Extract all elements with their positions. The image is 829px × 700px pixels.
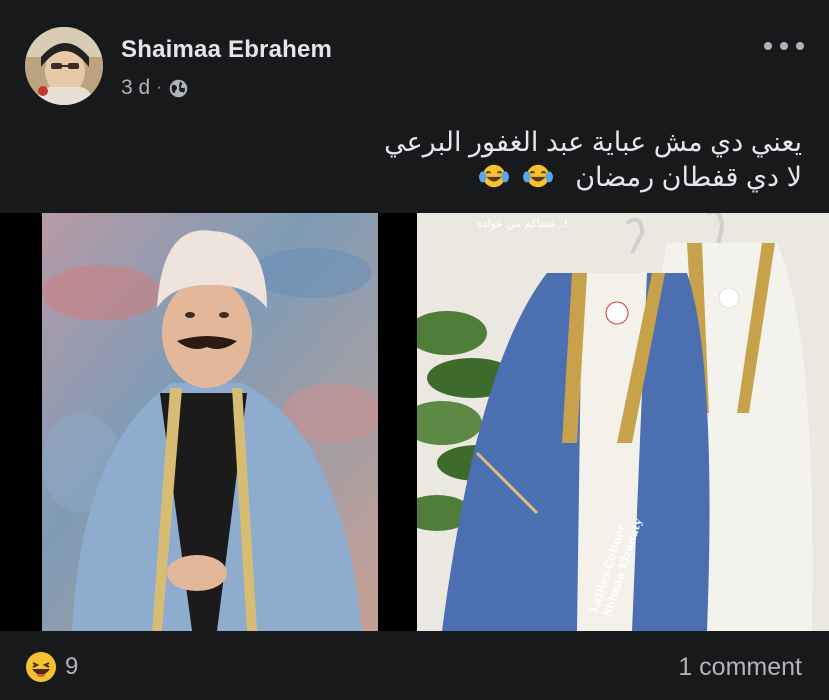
post-time[interactable]: 3 d [121,76,150,100]
post-image[interactable]: عساكم من عواده..! LaDies CoRner Shimaa E… [0,213,829,631]
globe-icon [169,79,187,97]
post-text-line-1: يعني دي مش عباية عبد الغفور البرعي [384,127,802,157]
reactions-summary[interactable]: 9 [25,651,78,683]
more-dot-icon [796,42,804,50]
post-meta: 3 d · [121,76,189,100]
author-name[interactable]: Shaimaa Ebrahem [121,36,332,64]
reaction-count: 9 [65,653,79,680]
author-avatar[interactable] [25,27,103,105]
post-text-line-2: لا دي قفطان رمضان [42,160,802,195]
post-text: يعني دي مش عباية عبد الغفور البرعي لا دي… [42,125,802,195]
meta-separator: · [156,79,162,96]
right-caption: عساكم من عواده..! [477,217,568,230]
face-with-tears-of-joy-icon [522,164,553,188]
face-with-tears-of-joy-icon [479,164,510,188]
post-header: Shaimaa Ebrahem 3 d · [0,0,829,120]
haha-emoji-icon [26,652,56,682]
more-dot-icon [764,42,772,50]
post-footer: 9 1 comment [0,631,829,700]
more-options-button[interactable] [764,36,804,56]
man-in-robe-photo [42,213,378,631]
comments-count-link[interactable]: 1 comment [678,653,802,682]
feed-post: Shaimaa Ebrahem 3 d · يعني دي مش عباية ع… [0,0,829,700]
more-dot-icon [780,42,788,50]
robes-product-photo: عساكم من عواده..! LaDies CoRner Shimaa E… [417,213,829,631]
